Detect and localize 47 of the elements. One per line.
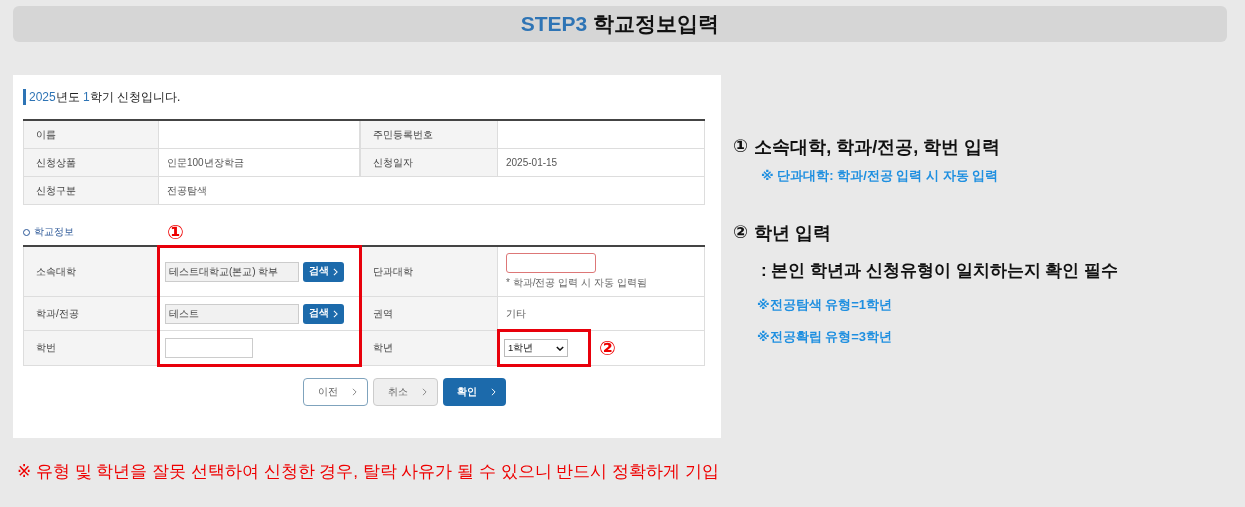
table-label: 학년	[360, 331, 497, 366]
chevron-icon	[333, 267, 338, 276]
major-field[interactable]: 테스트	[165, 303, 299, 324]
guide-title: 소속대학, 학과/전공, 학번 입력	[754, 136, 1001, 159]
table-cell: 인문100년장학금	[158, 149, 360, 177]
step-title: 학교정보입력	[593, 11, 720, 37]
section-title: 학교정보	[34, 225, 74, 239]
table-label: 신청일자	[360, 149, 497, 177]
step-marker: ②	[599, 337, 616, 359]
step-number: ①	[733, 135, 749, 158]
form-button[interactable]: 취소	[372, 378, 438, 406]
caret-icon	[556, 345, 564, 351]
chevron-icon	[421, 388, 427, 396]
step-marker: ①	[167, 221, 184, 243]
guide-note: : 본인 학년과 신청유형이 일치하는지 확인 필수	[760, 260, 1118, 282]
guide-title: 학년 입력	[754, 222, 832, 245]
college-field[interactable]	[506, 253, 596, 273]
student-id-field[interactable]	[165, 338, 253, 358]
table-label: 단과대학	[360, 247, 497, 297]
table-cell: 2025-01-15	[497, 149, 705, 177]
table-label: 학번	[23, 331, 158, 366]
form-button[interactable]: 확인	[442, 378, 506, 406]
table-label: 학과/전공	[23, 297, 158, 331]
table-label: 신청구분	[23, 177, 158, 205]
guide-note: ※전공확립 유형=3학년	[756, 328, 894, 346]
grade-select[interactable]: 1학년	[504, 339, 568, 357]
search-button[interactable]: 검색	[303, 261, 344, 282]
chevron-icon	[333, 309, 338, 318]
guide-note: ※ 단과대학: 학과/전공 입력 시 자동 입력	[760, 167, 1000, 185]
university-field[interactable]: 테스트대학교(본교) 학부	[165, 261, 299, 282]
step-label: STEP3	[520, 12, 588, 36]
table-cell: 전공탐색	[158, 177, 705, 205]
guide-note: ※전공탐색 유형=1학년	[756, 296, 894, 314]
table-cell: 기타	[506, 306, 526, 321]
field-hint: * 학과/전공 입력 시 자동 입력됨	[506, 276, 647, 290]
form-button[interactable]: 이전	[302, 378, 368, 406]
table-label: 신청상품	[23, 149, 158, 177]
table-label: 소속대학	[23, 247, 158, 297]
application-heading: 2025년도 1학기 신청입니다.	[23, 89, 705, 105]
chevron-icon	[351, 388, 357, 396]
table-label: 이름	[23, 121, 158, 149]
table-label: 주민등록번호	[360, 121, 497, 149]
chevron-icon	[490, 388, 496, 396]
search-button[interactable]: 검색	[303, 303, 344, 324]
step-number: ②	[733, 221, 749, 244]
table-label: 권역	[360, 297, 497, 331]
warning-text: ※ 유형 및 학년을 잘못 선택하여 신청한 경우, 탈락 사유가 될 수 있으니 반드시 정확하게 기입	[16, 461, 720, 483]
